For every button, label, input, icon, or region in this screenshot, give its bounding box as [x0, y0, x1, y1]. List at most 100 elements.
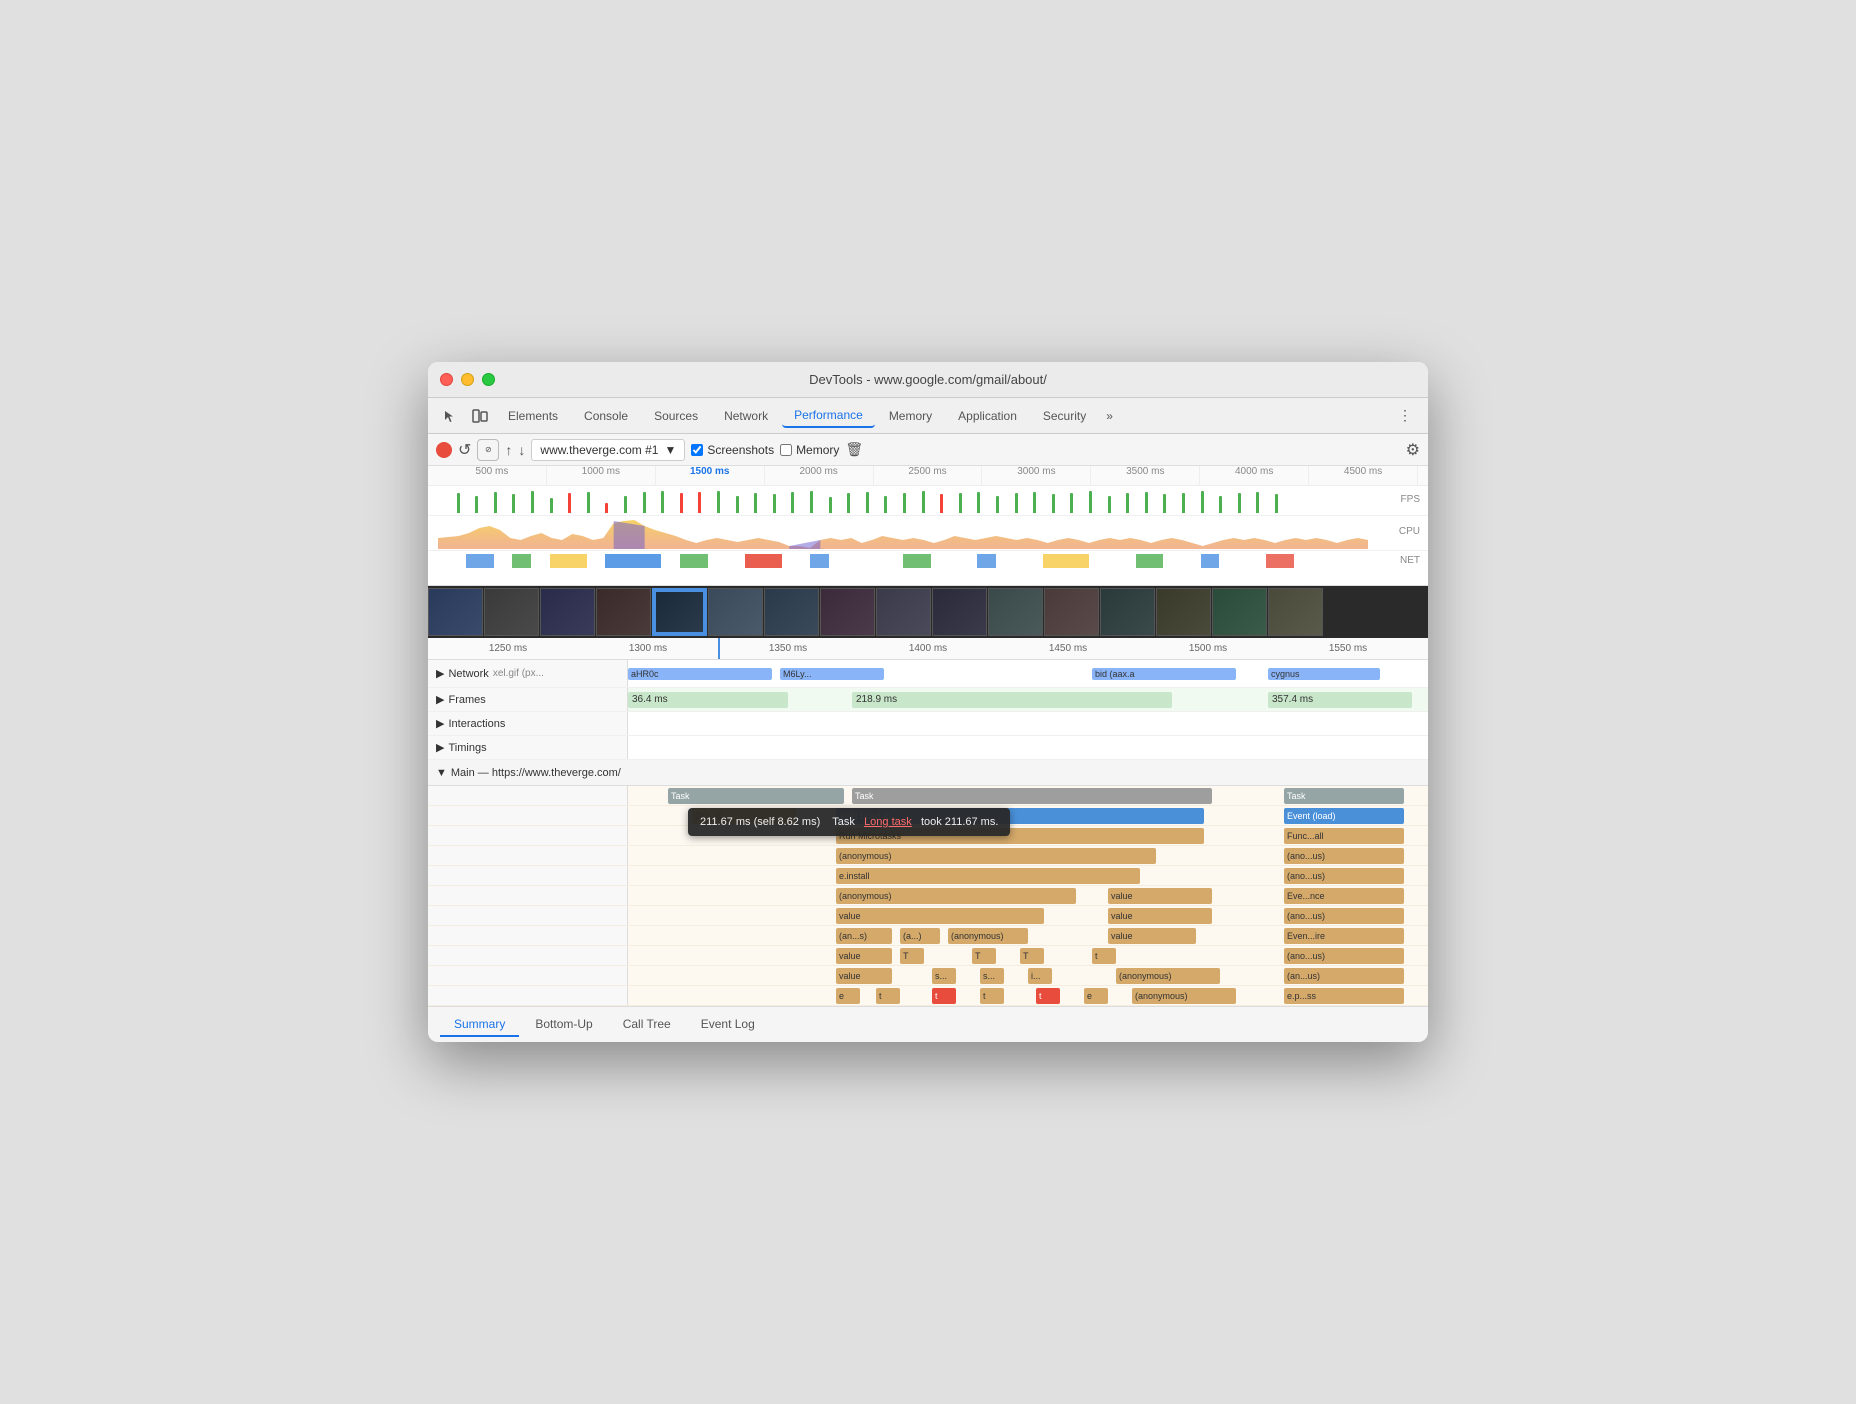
flame-block-doc[interactable]: DO...C [692, 808, 796, 824]
flame-block-value-3[interactable]: value [1108, 908, 1212, 924]
screenshot-15[interactable] [1212, 588, 1267, 636]
tab-application[interactable]: Application [946, 405, 1029, 427]
screenshot-5-highlight[interactable] [652, 588, 707, 636]
timeline-overview[interactable]: 500 ms 1000 ms 1500 ms 2000 ms 2500 ms 3… [428, 466, 1428, 586]
screenshot-7[interactable] [764, 588, 819, 636]
flame-block-value-4[interactable]: value [1108, 928, 1196, 944]
flame-block-anon-3[interactable]: (ano...us) [1284, 868, 1404, 884]
screenshot-14[interactable] [1156, 588, 1211, 636]
flame-block-evence[interactable]: Eve...nce [1284, 888, 1404, 904]
flame-block-anon-9[interactable]: (anonymous) [1132, 988, 1236, 1004]
network-bar-4[interactable]: cygnus [1268, 668, 1380, 680]
screenshot-1[interactable] [428, 588, 483, 636]
flame-block-anon-4[interactable]: (anonymous) [836, 888, 1076, 904]
settings-button[interactable]: ⚙ [1406, 440, 1420, 460]
frame-bar-3[interactable]: 357.4 ms [1268, 692, 1412, 708]
flame-block-event-load[interactable]: Event (load) [1284, 808, 1404, 824]
flame-block-anus[interactable]: (an...us) [1284, 968, 1404, 984]
flame-block-e1[interactable]: e [836, 988, 860, 1004]
flame-block-xhr[interactable]: XHR Load (c [836, 808, 1204, 824]
flame-block-t4[interactable]: t [980, 988, 1004, 1004]
record-button[interactable] [436, 442, 452, 458]
tab-console[interactable]: Console [572, 405, 640, 427]
screenshot-13[interactable] [1100, 588, 1155, 636]
flame-block-run-microtasks[interactable]: Run Microtasks [836, 828, 1204, 844]
screenshots-toggle[interactable]: Screenshots [691, 443, 774, 457]
tab-security[interactable]: Security [1031, 405, 1098, 427]
flame-block-t2[interactable]: t [876, 988, 900, 1004]
cursor-tool-icon[interactable] [436, 402, 464, 430]
flame-block-anon-6[interactable]: (anonymous) [948, 928, 1028, 944]
bottom-tab-eventlog[interactable]: Event Log [687, 1013, 769, 1037]
screenshot-6[interactable] [708, 588, 763, 636]
screenshot-2[interactable] [484, 588, 539, 636]
flame-block-e2[interactable]: e [1084, 988, 1108, 1004]
flame-block-T2[interactable]: T [972, 948, 996, 964]
more-tabs-button[interactable]: » [1100, 405, 1119, 427]
screenshot-3[interactable] [540, 588, 595, 636]
flame-block-evenire[interactable]: Even...ire [1284, 928, 1404, 944]
flame-block-value-6[interactable]: value [836, 968, 892, 984]
timings-track-label[interactable]: ▶ Timings [428, 736, 628, 759]
flame-block-einstall[interactable]: e.install [836, 868, 1140, 884]
screenshot-4[interactable] [596, 588, 651, 636]
screenshot-16[interactable] [1268, 588, 1323, 636]
flame-block-anon-8[interactable]: (anonymous) [1116, 968, 1220, 984]
frames-track-label[interactable]: ▶ Frames [428, 688, 628, 711]
flame-block-anon-5[interactable]: (ano...us) [1284, 908, 1404, 924]
tab-elements[interactable]: Elements [496, 405, 570, 427]
flame-block-funcall[interactable]: Func...all [1284, 828, 1404, 844]
upload-button[interactable]: ↑ [505, 442, 512, 458]
screenshot-10[interactable] [932, 588, 987, 636]
mobile-toggle-icon[interactable] [466, 402, 494, 430]
screenshots-checkbox[interactable] [691, 444, 703, 456]
flame-block-T1[interactable]: T [900, 948, 924, 964]
bottom-tab-bottomup[interactable]: Bottom-Up [521, 1013, 606, 1037]
flame-block-t1[interactable]: t [1092, 948, 1116, 964]
close-button[interactable] [440, 373, 453, 386]
flame-block-value-1[interactable]: value [1108, 888, 1212, 904]
flame-block-ans[interactable]: (an...s) [836, 928, 892, 944]
flame-block-anon-2[interactable]: (ano...us) [1284, 848, 1404, 864]
url-selector[interactable]: www.theverge.com #1 ▼ [531, 439, 685, 461]
memory-checkbox[interactable] [780, 444, 792, 456]
flame-block-anon-7[interactable]: (ano...us) [1284, 948, 1404, 964]
flame-block-value-2[interactable]: value [836, 908, 1044, 924]
bottom-tab-summary[interactable]: Summary [440, 1013, 519, 1037]
flame-block-T3[interactable]: T [1020, 948, 1044, 964]
frame-bar-1[interactable]: 36.4 ms [628, 692, 788, 708]
frame-bar-2[interactable]: 218.9 ms [852, 692, 1172, 708]
clear-button[interactable]: 🗑 [845, 441, 863, 458]
download-button[interactable]: ↓ [518, 442, 525, 458]
flame-block-anon-1[interactable]: (anonymous) [836, 848, 1156, 864]
screenshot-11[interactable] [988, 588, 1043, 636]
tab-sources[interactable]: Sources [642, 405, 710, 427]
stop-button[interactable]: ⊘ [477, 439, 499, 461]
flame-block-s2[interactable]: s... [980, 968, 1004, 984]
bottom-tab-calltree[interactable]: Call Tree [609, 1013, 685, 1037]
main-section-header[interactable]: ▼ Main — https://www.theverge.com/ [428, 760, 1428, 786]
tab-performance[interactable]: Performance [782, 404, 875, 428]
screenshot-9[interactable] [876, 588, 931, 636]
network-bar-1[interactable]: aHR0c [628, 668, 772, 680]
screenshot-8[interactable] [820, 588, 875, 636]
flame-block-s1[interactable]: s... [932, 968, 956, 984]
devtools-menu-button[interactable]: ⋮ [1390, 403, 1420, 428]
minimize-button[interactable] [461, 373, 474, 386]
reload-button[interactable]: ↺ [458, 440, 471, 460]
flame-block-t5-red[interactable]: t [1036, 988, 1060, 1004]
screenshot-12[interactable] [1044, 588, 1099, 636]
flame-block-i1[interactable]: i... [1028, 968, 1052, 984]
flame-block-task-3[interactable]: Task [1284, 788, 1404, 804]
maximize-button[interactable] [482, 373, 495, 386]
flame-block-a[interactable]: (a...) [900, 928, 940, 944]
tab-network[interactable]: Network [712, 405, 780, 427]
network-bar-3[interactable]: bid (aax.a [1092, 668, 1236, 680]
network-bar-2[interactable]: M6Ly... [780, 668, 884, 680]
flame-block-epss[interactable]: e.p...ss [1284, 988, 1404, 1004]
tab-memory[interactable]: Memory [877, 405, 944, 427]
flame-block-task-1[interactable]: Task [668, 788, 844, 804]
memory-toggle[interactable]: Memory [780, 443, 839, 457]
network-track-label[interactable]: ▶ Network xel.gif (px... [428, 660, 628, 687]
flame-block-t3-red[interactable]: t [932, 988, 956, 1004]
